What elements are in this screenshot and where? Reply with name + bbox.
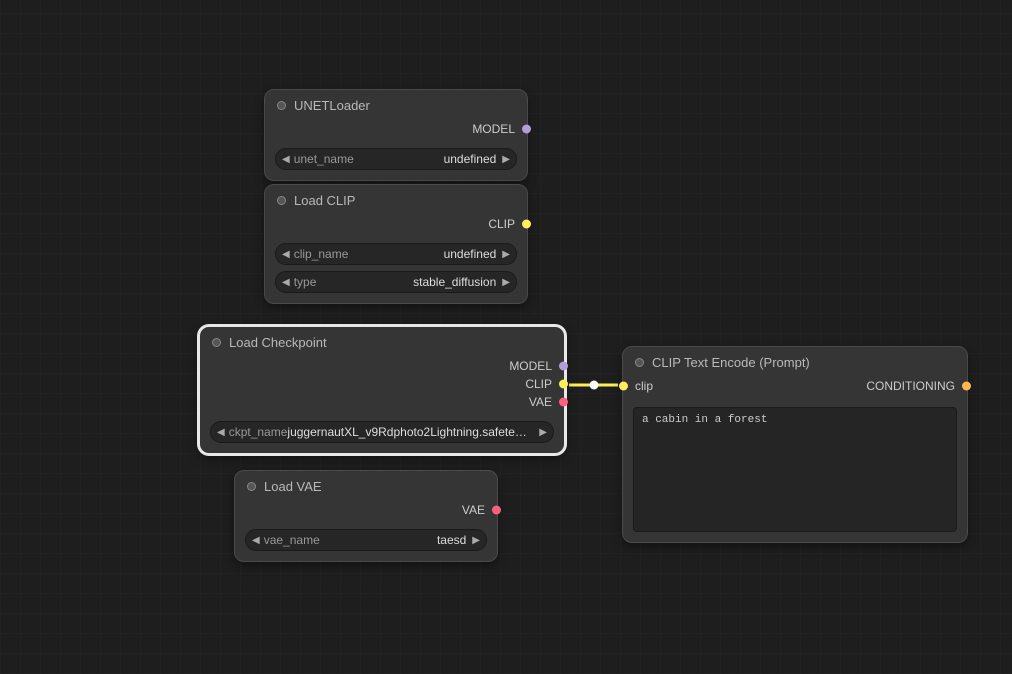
- node-unet-loader[interactable]: UNETLoader MODEL ◀ unet_name undefined ▶: [264, 89, 528, 181]
- node-title[interactable]: Load CLIP: [265, 185, 527, 213]
- output-port-vae[interactable]: VAE: [212, 393, 552, 411]
- widget-unet-name[interactable]: ◀ unet_name undefined ▶: [275, 148, 517, 170]
- output-port-vae[interactable]: VAE: [247, 501, 485, 519]
- output-port-clip[interactable]: CLIP: [212, 375, 552, 393]
- output-port-conditioning[interactable]: CONDITIONING: [795, 377, 955, 395]
- port-socket[interactable]: [962, 382, 971, 391]
- node-status-dot: [635, 358, 644, 367]
- widget-clip-name[interactable]: ◀ clip_name undefined ▶: [275, 243, 517, 265]
- node-title[interactable]: Load Checkpoint: [200, 327, 564, 355]
- node-title[interactable]: Load VAE: [235, 471, 497, 499]
- chevron-left-icon: ◀: [282, 154, 290, 165]
- node-load-clip[interactable]: Load CLIP CLIP ◀ clip_name undefined ▶ ◀…: [264, 184, 528, 304]
- node-status-dot: [277, 196, 286, 205]
- node-title-label: CLIP Text Encode (Prompt): [652, 355, 810, 370]
- node-title[interactable]: UNETLoader: [265, 90, 527, 118]
- chevron-right-icon: ▶: [539, 427, 547, 438]
- chevron-right-icon: ▶: [502, 154, 510, 165]
- input-port-clip[interactable]: clip: [635, 377, 795, 395]
- node-status-dot: [277, 101, 286, 110]
- port-socket[interactable]: [619, 382, 628, 391]
- widget-ckpt-name[interactable]: ◀ ckpt_name juggernautXL_v9Rdphoto2Light…: [210, 421, 554, 443]
- output-port-clip[interactable]: CLIP: [277, 215, 515, 233]
- widget-clip-type[interactable]: ◀ type stable_diffusion ▶: [275, 271, 517, 293]
- chevron-left-icon: ◀: [252, 535, 260, 546]
- chevron-left-icon: ◀: [282, 277, 290, 288]
- node-title-label: Load VAE: [264, 479, 322, 494]
- port-socket[interactable]: [522, 220, 531, 229]
- prompt-textarea[interactable]: a cabin in a forest: [633, 407, 957, 532]
- port-socket[interactable]: [559, 362, 568, 371]
- node-title[interactable]: CLIP Text Encode (Prompt): [623, 347, 967, 375]
- port-socket[interactable]: [492, 506, 501, 515]
- node-status-dot: [247, 482, 256, 491]
- widget-vae-name[interactable]: ◀ vae_name taesd ▶: [245, 529, 487, 551]
- port-socket[interactable]: [559, 398, 568, 407]
- chevron-right-icon: ▶: [472, 535, 480, 546]
- node-load-checkpoint[interactable]: Load Checkpoint MODEL CLIP VAE ◀ ckpt_na…: [199, 326, 565, 454]
- chevron-right-icon: ▶: [502, 277, 510, 288]
- node-canvas[interactable]: UNETLoader MODEL ◀ unet_name undefined ▶…: [0, 0, 1012, 674]
- output-port-model[interactable]: MODEL: [277, 120, 515, 138]
- chevron-left-icon: ◀: [217, 427, 225, 438]
- node-title-label: Load CLIP: [294, 193, 355, 208]
- output-port-model[interactable]: MODEL: [212, 357, 552, 375]
- node-title-label: UNETLoader: [294, 98, 370, 113]
- chevron-right-icon: ▶: [502, 249, 510, 260]
- node-load-vae[interactable]: Load VAE VAE ◀ vae_name taesd ▶: [234, 470, 498, 562]
- chevron-left-icon: ◀: [282, 249, 290, 260]
- node-status-dot: [212, 338, 221, 347]
- port-socket[interactable]: [522, 125, 531, 134]
- port-socket[interactable]: [559, 380, 568, 389]
- node-clip-text-encode[interactable]: CLIP Text Encode (Prompt) clip CONDITION…: [622, 346, 968, 543]
- node-title-label: Load Checkpoint: [229, 335, 327, 350]
